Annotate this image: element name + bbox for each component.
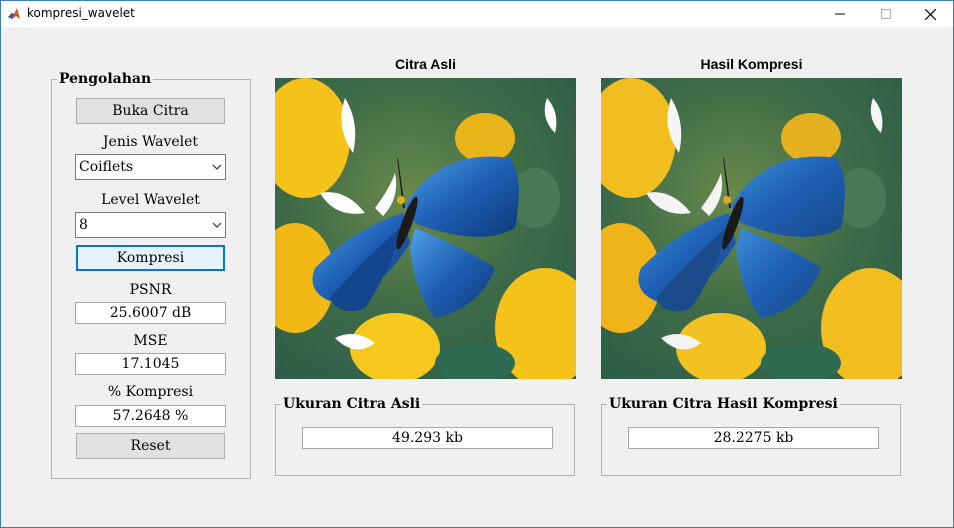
original-image [275, 78, 576, 379]
close-button[interactable] [907, 1, 953, 27]
close-icon [924, 8, 936, 20]
chevron-down-icon [209, 213, 225, 237]
chevron-down-icon [209, 155, 225, 179]
original-size-title: Ukuran Citra Asli [281, 396, 423, 412]
window-title: kompresi_wavelet [27, 6, 135, 20]
original-image-title: Citra Asli [395, 56, 456, 72]
compressed-image [601, 78, 902, 379]
compressed-image-title: Hasil Kompresi [700, 56, 803, 72]
minimize-button[interactable] [817, 1, 863, 27]
wavelet-type-value: Coiflets [79, 159, 134, 175]
maximize-icon [881, 9, 891, 19]
title-bar: kompresi_wavelet [1, 1, 953, 27]
open-image-button[interactable]: Buka Citra [76, 98, 225, 124]
compression-ratio-label: % Kompresi [107, 384, 194, 400]
original-size-field: 49.293 kb [302, 427, 553, 449]
wavelet-level-value: 8 [79, 217, 88, 233]
wavelet-level-label: Level Wavelet [101, 192, 200, 208]
compress-button[interactable]: Kompresi [76, 245, 225, 271]
maximize-button[interactable] [863, 1, 909, 27]
wavelet-type-label: Jenis Wavelet [102, 134, 199, 150]
matlab-icon [7, 7, 21, 21]
wavelet-type-select[interactable]: Coiflets [75, 154, 226, 180]
reset-button[interactable]: Reset [76, 433, 225, 459]
wavelet-level-select[interactable]: 8 [75, 212, 226, 238]
mse-field: 17.1045 [75, 353, 226, 375]
minimize-icon [835, 13, 845, 15]
compression-ratio-field: 57.2648 % [75, 405, 226, 427]
compressed-size-field: 28.2275 kb [628, 427, 879, 449]
psnr-label: PSNR [129, 282, 172, 298]
mse-label: MSE [133, 333, 168, 349]
panel-title: Pengolahan [57, 71, 154, 87]
compressed-size-title: Ukuran Citra Hasil Kompresi [607, 396, 840, 412]
psnr-field: 25.6007 dB [75, 302, 226, 324]
